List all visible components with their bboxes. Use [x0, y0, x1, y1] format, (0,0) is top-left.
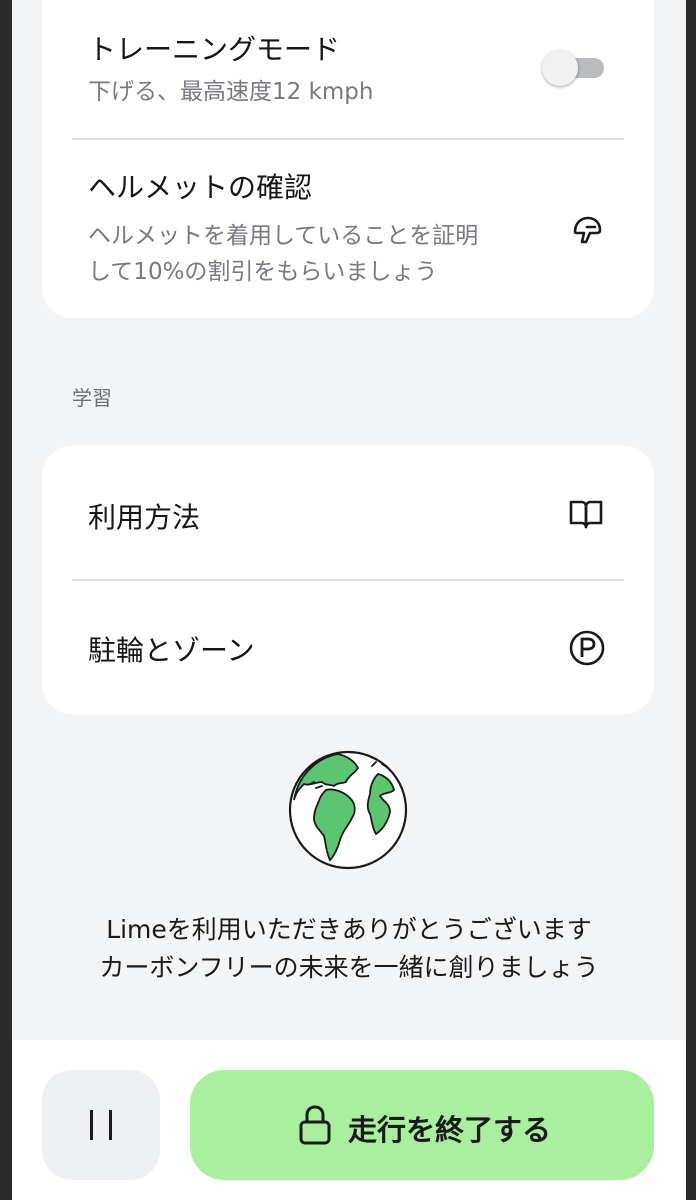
learning-section-label: 学習	[72, 386, 112, 410]
end-ride-label: 走行を終了する	[348, 1113, 552, 1147]
thanks-message-line1: Limeを利用いただきありがとうございます	[106, 915, 592, 944]
learning-item-how-to-use[interactable]: 利用方法	[42, 446, 654, 580]
ride-settings-panel: トレーニングモード 下げる、最高速度12 kmph ヘルメットの確認 ヘルメット…	[12, 0, 686, 1200]
helmet-icon	[573, 216, 602, 244]
training-mode-row[interactable]: トレーニングモード 下げる、最高速度12 kmph	[42, 0, 654, 140]
background-edge-right	[686, 0, 696, 1200]
helmet-check-title: ヘルメットの確認	[88, 171, 313, 204]
parking-icon	[569, 630, 605, 666]
lock-icon	[299, 1105, 331, 1145]
background-edge-left	[0, 0, 12, 1200]
toggle-knob	[542, 50, 578, 86]
learning-card: 利用方法 駐輪とゾーン	[42, 446, 654, 714]
learning-item-parking-zones[interactable]: 駐輪とゾーン	[42, 581, 654, 714]
training-mode-subtitle: 下げる、最高速度12 kmph	[88, 79, 374, 105]
bottom-action-bar: 走行を終了する	[12, 1040, 686, 1200]
helmet-check-subtitle-line1: ヘルメットを着用していることを証明	[88, 223, 479, 249]
thanks-message-line2: カーボンフリーの未来を一緒に創りましょう	[99, 953, 599, 982]
settings-card: トレーニングモード 下げる、最高速度12 kmph ヘルメットの確認 ヘルメット…	[42, 0, 654, 318]
helmet-check-subtitle-line2: して10%の割引をもらいましょう	[88, 259, 438, 285]
training-mode-title: トレーニングモード	[88, 33, 341, 66]
helmet-check-row[interactable]: ヘルメットの確認 ヘルメットを着用していることを証明 して10%の割引をもらいま…	[42, 140, 654, 318]
end-ride-button[interactable]: 走行を終了する	[190, 1070, 654, 1180]
learning-item-label: 駐輪とゾーン	[88, 634, 255, 667]
training-mode-toggle[interactable]	[542, 50, 606, 88]
globe-illustration	[288, 750, 408, 870]
pause-button[interactable]	[42, 1070, 160, 1180]
book-icon	[569, 500, 603, 529]
learning-item-label: 利用方法	[88, 501, 201, 534]
